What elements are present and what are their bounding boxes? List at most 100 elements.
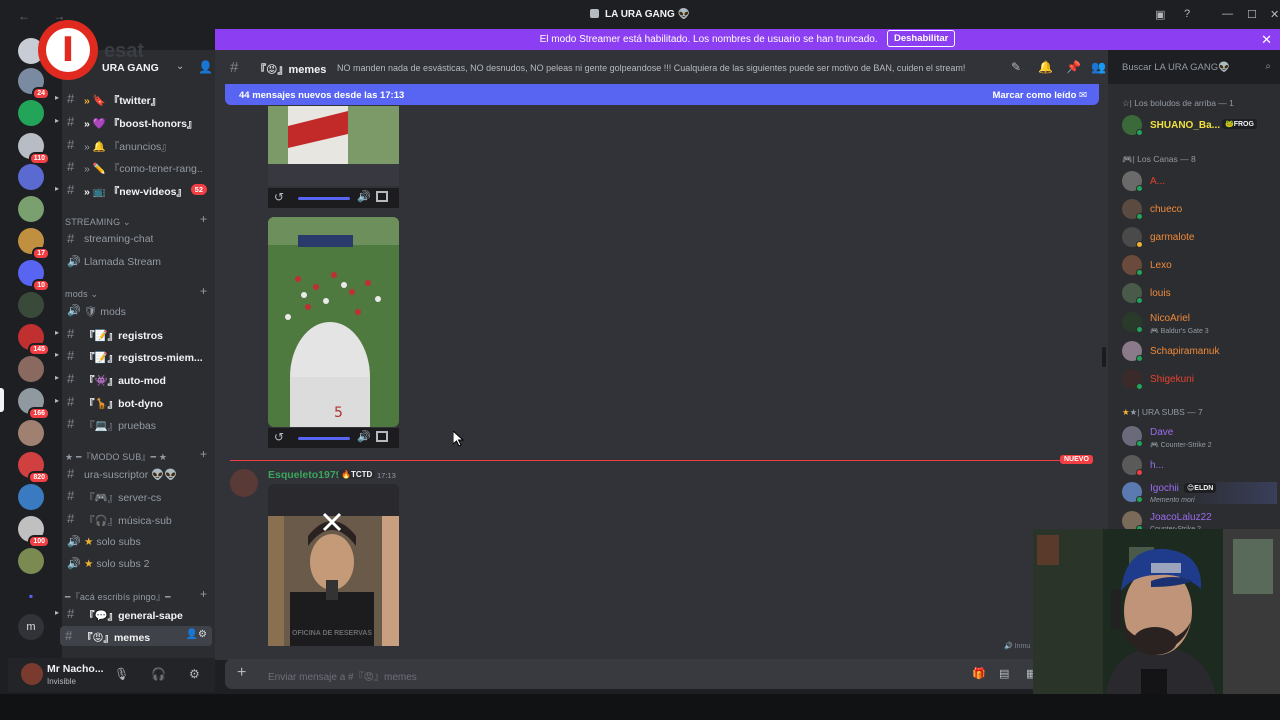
channel-registros-miembros[interactable]: ▸ # 『📝』registros-miem...	[55, 346, 215, 366]
server-icon[interactable]: m	[18, 614, 44, 640]
close-banner-icon[interactable]: ✕	[1261, 32, 1272, 48]
member-item[interactable]: Shigekuni	[1122, 369, 1277, 391]
inbox-icon[interactable]: ▣	[1155, 8, 1165, 21]
channel-registros[interactable]: ▸ # 『📝』registros	[55, 324, 215, 344]
server-icon[interactable]	[18, 100, 44, 126]
channel-topic[interactable]: NO manden nada de esvásticas, NO desnudo…	[337, 63, 977, 73]
maximize-button[interactable]: ☐	[1247, 8, 1257, 21]
add-channel-icon[interactable]: +	[200, 587, 207, 601]
server-icon[interactable]: 24	[18, 68, 50, 100]
member-item[interactable]: A...	[1122, 171, 1277, 193]
invite-people-icon[interactable]: 👤	[198, 60, 213, 74]
member-item[interactable]: Schapiramanuk	[1122, 341, 1277, 363]
member-item[interactable]: Dave 🎮 Counter-Strike 2	[1122, 426, 1277, 449]
message-author[interactable]: Esqueleto1979	[268, 469, 342, 481]
member-item[interactable]: louis	[1122, 283, 1277, 305]
member-item[interactable]: SHUANO_Ba... 🐸FROG	[1122, 115, 1277, 137]
channel-anuncios[interactable]: # » 🔔 『anuncios』	[62, 135, 215, 155]
banner-text: El modo Streamer está habilitado. Los no…	[539, 34, 878, 45]
category-modo-sub[interactable]: ★ ━『MODO SUB』━ ★ +	[65, 447, 213, 463]
search-input[interactable]: Buscar LA URA GANG👽 ⌕	[1115, 59, 1277, 77]
server-icon[interactable]: 100	[18, 516, 50, 548]
server-icon[interactable]: 10	[18, 260, 50, 292]
server-icon[interactable]	[18, 548, 44, 574]
member-item[interactable]: Igochii 😊ELDN Memento mori	[1122, 482, 1277, 504]
channel-general-sape[interactable]: ▸ # 『💬』general-sape	[55, 604, 215, 624]
close-window-button[interactable]: ✕	[1270, 8, 1279, 21]
settings-icon[interactable]: 👤⚙	[186, 629, 207, 640]
server-icon[interactable]: 110	[18, 133, 50, 165]
voice-channel-llamada-stream[interactable]: 🔊 Llamada Stream	[62, 252, 215, 272]
threads-icon[interactable]: ✎	[1011, 60, 1021, 74]
volume-icon[interactable]: 🔊	[357, 430, 371, 443]
channel-ura-suscriptor[interactable]: # ura-suscriptor 👽👽	[62, 464, 215, 484]
add-attachment-button[interactable]: +	[237, 664, 246, 682]
replay-icon[interactable]: ↺	[274, 430, 284, 444]
member-item[interactable]: Lexo	[1122, 255, 1277, 277]
progress-bar[interactable]	[298, 197, 350, 200]
avatar[interactable]	[230, 469, 258, 497]
channel-memes[interactable]: # 『😡』memes 👤⚙	[60, 626, 212, 646]
category-streaming[interactable]: STREAMING ⌄ +	[65, 212, 213, 228]
server-icon[interactable]	[18, 484, 44, 510]
channel-streaming-chat[interactable]: # streaming-chat	[62, 229, 215, 249]
help-icon[interactable]: ?	[1184, 8, 1190, 20]
video-attachment[interactable]: 5	[268, 217, 399, 427]
gif-icon[interactable]: ▤	[999, 667, 1009, 680]
server-icon[interactable]: 820	[18, 452, 50, 484]
channel-como-tener-rango[interactable]: # » ✏️ 『como-tener-rang...	[62, 157, 215, 177]
microphone-icon[interactable]: 🎙	[114, 667, 129, 681]
progress-bar[interactable]	[298, 437, 350, 440]
channel-boost-honors[interactable]: ▸ # » 💜 『boost-honors』	[55, 112, 215, 132]
server-icon[interactable]: 17	[18, 228, 50, 260]
member-item[interactable]: h...	[1122, 455, 1277, 477]
server-icon[interactable]	[18, 164, 44, 190]
member-item[interactable]: chueco	[1122, 199, 1277, 221]
channel-server-cs[interactable]: # 『🎮』server-cs	[62, 486, 215, 506]
mark-as-read-button[interactable]: Marcar como leído ✉	[992, 90, 1087, 101]
new-messages-bar[interactable]: 44 mensajes nuevos desde las 17:13 Marca…	[225, 84, 1099, 105]
server-icon[interactable]: 145	[18, 324, 50, 356]
gift-icon[interactable]: 🎁	[972, 667, 986, 680]
add-channel-icon[interactable]: +	[200, 284, 207, 298]
bell-icon[interactable]: 🔔	[1038, 60, 1053, 74]
channel-auto-mod[interactable]: ▸ # 『👾』auto-mod	[55, 369, 215, 389]
channel-new-videos[interactable]: ▸ # » 📺 『new-videos』 52	[55, 180, 215, 200]
disable-streamer-button[interactable]: Deshabilitar	[886, 30, 956, 47]
channel-bot-dyno[interactable]: ▸ # 『🦒』bot-dyno	[55, 392, 215, 412]
server-icon[interactable]	[18, 196, 44, 222]
server-icon[interactable]	[18, 356, 44, 382]
message-composer[interactable]: + Enviar mensaje a #『😡』memes 🎁 ▤ ▦	[225, 659, 1099, 689]
video-attachment[interactable]: OFICINA DE RESERVAS	[268, 484, 399, 646]
minimize-button[interactable]: —	[1222, 8, 1233, 20]
server-icon[interactable]: 166	[18, 388, 50, 420]
category-mods[interactable]: mods ⌄ +	[65, 284, 213, 300]
member-item[interactable]: garmalote	[1122, 227, 1277, 249]
channel-twitter[interactable]: ▸ # » 🔖 『twitter』	[55, 89, 215, 109]
fullscreen-icon[interactable]	[376, 431, 388, 442]
add-channel-icon[interactable]: +	[200, 212, 207, 226]
server-icon[interactable]	[18, 292, 44, 318]
server-header[interactable]: URA GANG ⌄ 👤	[62, 55, 215, 81]
voice-channel-mods[interactable]: 🔊 🛡 mods	[62, 301, 215, 321]
video-attachment[interactable]	[268, 106, 399, 186]
channel-pruebas[interactable]: # 『💻』pruebas	[62, 414, 215, 434]
category-aca-escribis-pingo[interactable]: ━『acá escribís pingo』━ +	[65, 587, 213, 603]
member-item[interactable]: NicoAriel 🎮 Baldur's Gate 3	[1122, 312, 1277, 335]
voice-channel-solo-subs[interactable]: 🔊 ★ solo subs	[62, 532, 215, 552]
volume-icon[interactable]: 🔊	[357, 190, 371, 203]
scrollbar[interactable]	[1102, 347, 1106, 367]
avatar[interactable]	[21, 663, 43, 685]
pin-icon[interactable]: 📌	[1066, 60, 1081, 74]
folder-icon[interactable]: ▪	[18, 583, 44, 609]
add-channel-icon[interactable]: +	[200, 447, 207, 461]
replay-icon[interactable]: ↺	[274, 190, 284, 204]
member-list-icon[interactable]: 👥	[1091, 60, 1106, 74]
voice-channel-solo-subs-2[interactable]: 🔊 ★ solo subs 2	[62, 554, 215, 574]
headphones-icon[interactable]: 🎧	[151, 667, 166, 681]
clan-tag[interactable]: 🔥TCTD	[338, 470, 376, 479]
fullscreen-icon[interactable]	[376, 191, 388, 202]
server-icon[interactable]	[18, 420, 44, 446]
gear-icon[interactable]: ⚙	[189, 667, 200, 681]
channel-musica-sub[interactable]: # 『🎧』música-sub	[62, 509, 215, 529]
